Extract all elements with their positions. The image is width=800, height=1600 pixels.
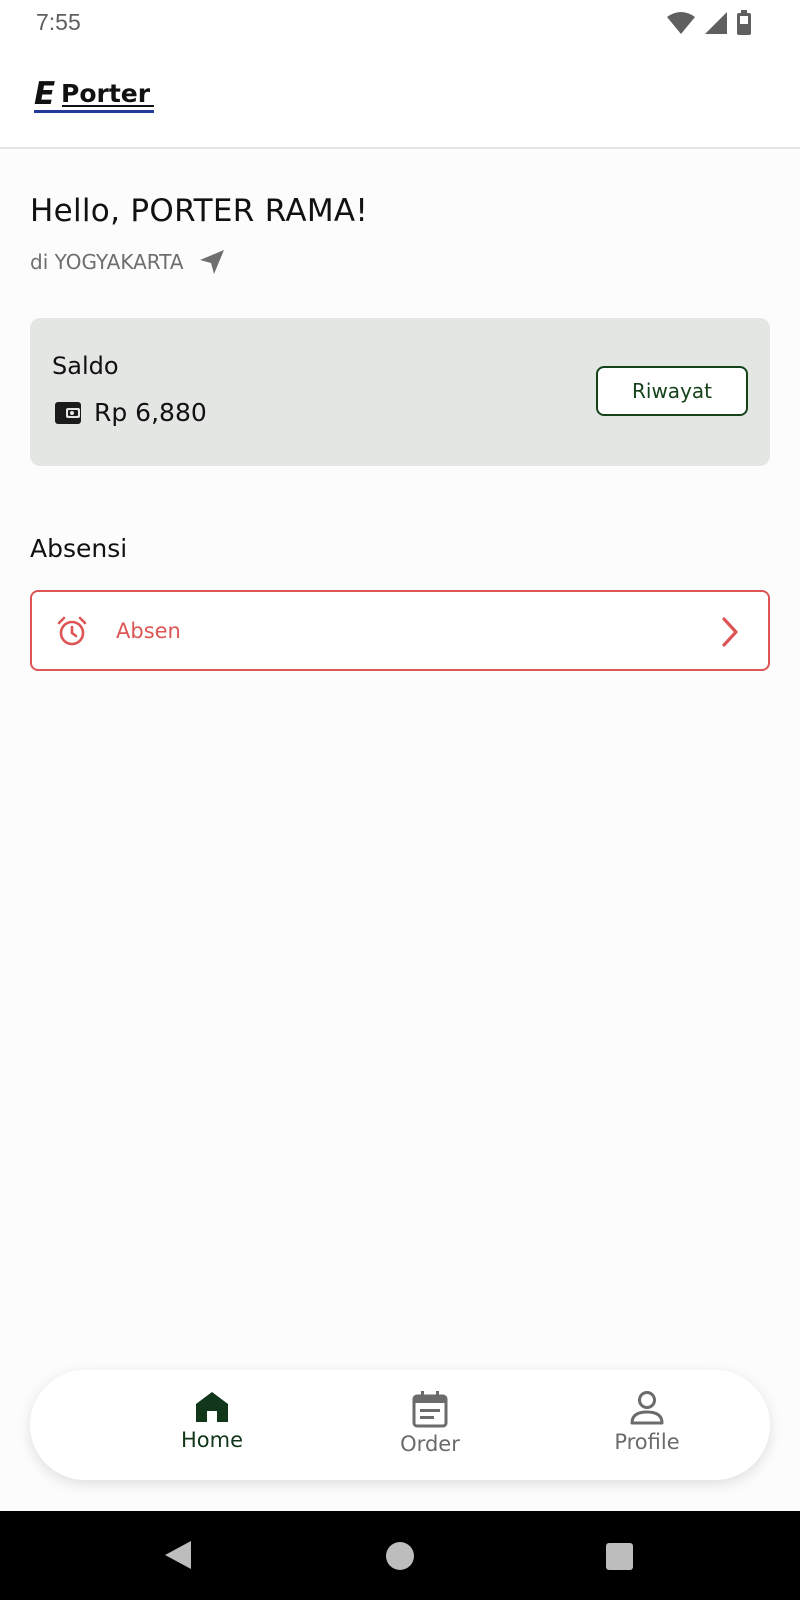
home-icon — [196, 1392, 228, 1422]
app-bar: E Porter — [0, 46, 800, 149]
screen: 7:55 E Porter Hello, PORTER RAMA! di YOG… — [0, 0, 800, 1600]
logo-underline-blue — [34, 110, 154, 113]
absen-label: Absen — [116, 619, 181, 643]
saldo-card: Saldo Rp 6,880 Riwayat — [30, 318, 770, 466]
greeting-title: Hello, PORTER RAMA! — [30, 193, 369, 229]
nav-profile-label: Profile — [614, 1430, 680, 1454]
wallet-icon — [55, 401, 81, 424]
battery-icon — [737, 10, 751, 35]
alarm-clock-icon — [57, 616, 87, 646]
status-bar: 7:55 — [0, 0, 800, 46]
calendar-icon — [412, 1391, 448, 1428]
logo-letter-e: E — [34, 76, 55, 112]
location-text: di YOGYAKARTA — [30, 250, 184, 274]
absensi-section-title: Absensi — [30, 534, 128, 563]
chevron-right-icon — [722, 617, 738, 647]
bottom-navigation: Home Order Profile — [30, 1370, 770, 1480]
riwayat-button[interactable]: Riwayat — [596, 366, 748, 416]
signal-icon — [705, 12, 727, 34]
navigation-arrow-icon — [199, 250, 224, 274]
person-icon — [630, 1391, 664, 1425]
location-row: di YOGYAKARTA — [30, 248, 226, 276]
nav-order-label: Order — [400, 1432, 460, 1456]
back-icon[interactable] — [163, 1539, 193, 1571]
logo-underline-black — [62, 105, 154, 107]
status-icons — [666, 10, 752, 36]
saldo-label: Saldo — [52, 352, 119, 380]
logo-word-porter: Porter — [61, 79, 151, 108]
saldo-amount-row: Rp 6,880 — [54, 398, 207, 427]
eporter-logo: E Porter — [34, 76, 158, 116]
absen-button[interactable]: Absen — [30, 590, 770, 671]
home-circle-icon[interactable] — [386, 1542, 414, 1570]
status-time: 7:55 — [36, 9, 81, 35]
wifi-icon — [667, 12, 695, 34]
nav-order[interactable]: Order — [360, 1390, 500, 1468]
system-navigation-bar — [0, 1511, 800, 1600]
nav-profile[interactable]: Profile — [577, 1390, 717, 1468]
nav-home[interactable]: Home — [142, 1390, 282, 1468]
recents-square-icon[interactable] — [606, 1543, 633, 1570]
nav-home-label: Home — [180, 1428, 243, 1452]
saldo-amount: Rp 6,880 — [94, 398, 207, 427]
